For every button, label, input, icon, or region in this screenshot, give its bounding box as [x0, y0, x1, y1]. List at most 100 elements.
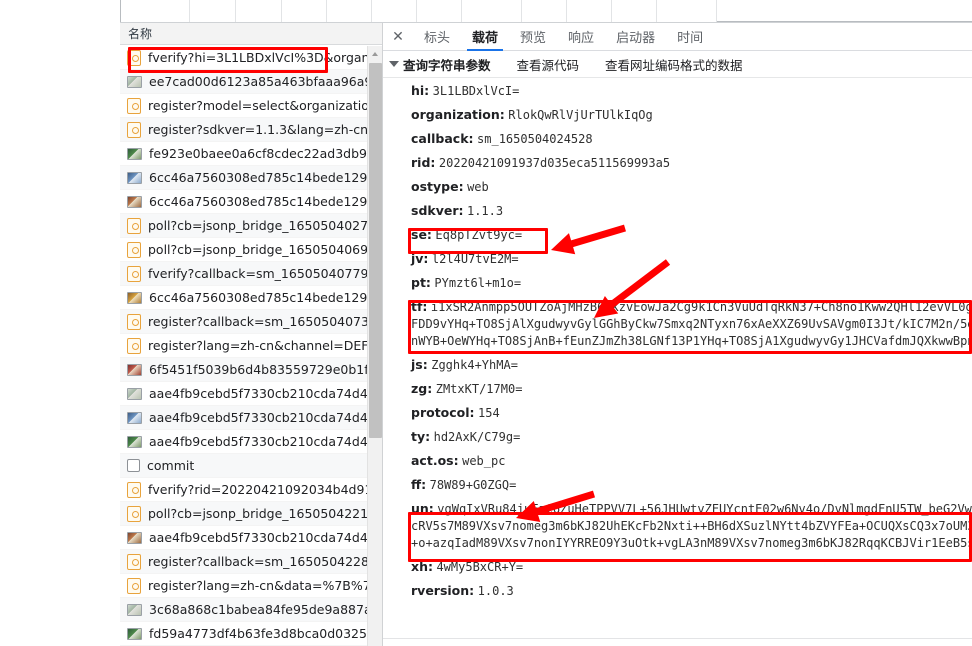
- param-value-line: nWYB+OeWYHq+TO8SjAnB+fEunZJmZh38LGNf13P1…: [411, 334, 972, 348]
- list-item[interactable]: 6cc46a7560308ed785c14bede12956c: [120, 286, 382, 310]
- image-icon: [127, 627, 142, 640]
- param-value: web: [467, 180, 489, 194]
- list-item[interactable]: fverify?rid=20220421092034b4d913c: [120, 478, 382, 502]
- param-value-line: FDD9vYHq+TO8SjAlXgudwyvGylGGhByCkw7Smxq2…: [411, 317, 972, 331]
- list-item[interactable]: fe923e0baee0a6cf8cdec22ad3db93a.: [120, 142, 382, 166]
- list-item[interactable]: 6cc46a7560308ed785c14bede12956c: [120, 190, 382, 214]
- chevron-down-icon: [389, 61, 399, 67]
- list-item[interactable]: register?lang=zh-cn&data=%7B%7D.: [120, 574, 382, 598]
- tab-1[interactable]: 载荷: [461, 23, 509, 51]
- request-list-scrollbar[interactable]: [367, 46, 382, 646]
- tab-0[interactable]: 标头: [413, 23, 461, 50]
- param-value: ZMtxKT/17M0=: [435, 382, 523, 396]
- param-key: se:: [411, 227, 432, 242]
- list-item[interactable]: poll?cb=jsonp_bridge_165050402787: [120, 214, 382, 238]
- image-icon: [127, 171, 142, 184]
- grid-cell: [282, 0, 327, 22]
- list-item-label: register?lang=zh-cn&channel=DEFA.: [148, 337, 380, 353]
- image-icon: [127, 363, 142, 376]
- list-item-label: aae4fb9cebd5f7330cb210cda74d432.: [149, 385, 382, 401]
- param-key: js:: [411, 357, 428, 372]
- query-string-section-toggle[interactable]: 查询字符串参数: [383, 55, 491, 74]
- list-item[interactable]: register?model=select&organization.: [120, 94, 382, 118]
- param-key: ff:: [411, 477, 427, 492]
- request-list-panel: 名称 fverify?hi=3L1LBDxlVcI%3D&organiz. ee7…: [120, 23, 383, 646]
- list-item[interactable]: poll?cb=jsonp_bridge_165050406914: [120, 238, 382, 262]
- list-item-label: 6f5451f5039b6d4b83559729e0b1f52.: [149, 361, 382, 377]
- list-item[interactable]: fverify?callback=sm_1650504077990.: [120, 262, 382, 286]
- param-value-line: +o+azqIadM89VXsv7nonIYYRREO9Y3uOtk+vgLA3…: [411, 536, 972, 550]
- tab-4[interactable]: 启动器: [605, 23, 666, 50]
- list-item-label: 3c68a868c1babea84fe95de9a887aeb: [149, 601, 382, 617]
- list-item[interactable]: ee7cad00d6123a85a463bfaaa96a903: [120, 70, 382, 94]
- param-value: i1xSR2Anmpp5OUTZoAjMHzB6vkzvEowJa2Cg9k1C…: [411, 300, 972, 350]
- blank-icon: [127, 459, 140, 472]
- document-icon: [127, 265, 141, 282]
- list-item[interactable]: aae4fb9cebd5f7330cb210cda74d432.: [120, 382, 382, 406]
- list-item-label: poll?cb=jsonp_bridge_165050422124: [148, 505, 382, 521]
- view-url-encoded-link[interactable]: 查看网址编码格式的数据: [605, 55, 743, 74]
- list-item[interactable]: 6cc46a7560308ed785c14bede12956c: [120, 166, 382, 190]
- list-item[interactable]: register?sdkver=1.1.3&lang=zh-cn&c: [120, 118, 382, 142]
- tab-3[interactable]: 响应: [557, 23, 605, 50]
- param-row: organization: RlokQwRlVjUrTUlkIqOg: [383, 103, 972, 127]
- document-icon: [127, 217, 141, 234]
- param-value-line: cRV5s7M89VXsv7nomeg3m6bKJ82UhEKcFb2Nxti+…: [411, 519, 972, 533]
- param-value: 4wMy5BxCR+Y=: [436, 560, 524, 574]
- document-icon: [127, 313, 141, 330]
- param-row: tf: i1xSR2Anmpp5OUTZoAjMHzB6vkzvEowJa2Cg…: [383, 295, 972, 353]
- param-value: 20220421091937d035eca511569993a5: [438, 156, 671, 170]
- list-item-label: ee7cad00d6123a85a463bfaaa96a903: [149, 73, 382, 89]
- list-item-label: aae4fb9cebd5f7330cb210cda74d432.: [149, 433, 382, 449]
- param-value: vgWqIxVRu84juFzC6ZuHeTPPVV7L+56JHUwtvZEU…: [411, 502, 972, 552]
- param-key: pt:: [411, 275, 431, 290]
- document-icon: [127, 337, 141, 354]
- view-source-link[interactable]: 查看源代码: [517, 55, 580, 74]
- list-item[interactable]: register?callback=sm_165050422822.: [120, 550, 382, 574]
- param-row: se: Eq8pTZvt9yc=: [383, 223, 972, 247]
- tab-2[interactable]: 预览: [509, 23, 557, 50]
- list-item[interactable]: fverify?hi=3L1LBDxlVcI%3D&organiz.: [120, 46, 382, 70]
- close-icon[interactable]: ✕: [383, 23, 413, 50]
- image-icon: [127, 147, 142, 160]
- scroll-up-arrow-icon[interactable]: [368, 46, 382, 61]
- tabs-container: 标头 载荷 预览 响应 启动器 时间: [413, 23, 714, 51]
- param-value: Zgghk4+YhMA=: [431, 358, 518, 372]
- image-icon: [127, 603, 142, 616]
- param-value: 78W89+G0ZGQ=: [429, 478, 517, 492]
- param-value: PYmzt6l+m1o=: [434, 276, 522, 290]
- list-item[interactable]: aae4fb9cebd5f7330cb210cda74d432.: [120, 526, 382, 550]
- param-key: tf:: [411, 299, 428, 314]
- document-icon: [127, 577, 141, 594]
- param-value: web_pc: [462, 454, 506, 468]
- list-item-label: register?callback=sm_165050422822.: [148, 553, 382, 569]
- list-item[interactable]: register?lang=zh-cn&channel=DEFA.: [120, 334, 382, 358]
- list-item-label: poll?cb=jsonp_bridge_165050402787: [148, 217, 382, 233]
- param-row: zg: ZMtxKT/17M0=: [383, 377, 972, 401]
- param-key: organization:: [411, 107, 505, 122]
- list-item[interactable]: 3c68a868c1babea84fe95de9a887aeb: [120, 598, 382, 622]
- list-item-label: commit: [147, 457, 195, 473]
- param-row: act.os: web_pc: [383, 449, 972, 473]
- param-row: rversion: 1.0.3: [383, 579, 972, 603]
- list-item[interactable]: register?callback=sm_165050407304.: [120, 310, 382, 334]
- image-icon: [127, 435, 142, 448]
- list-item-label: register?lang=zh-cn&data=%7B%7D.: [148, 577, 382, 593]
- list-item[interactable]: aae4fb9cebd5f7330cb210cda74d432.: [120, 406, 382, 430]
- list-item[interactable]: aae4fb9cebd5f7330cb210cda74d432.: [120, 430, 382, 454]
- list-item-label: 6cc46a7560308ed785c14bede12956c: [149, 193, 382, 209]
- list-item[interactable]: commit: [120, 454, 382, 478]
- list-item[interactable]: 6f5451f5039b6d4b83559729e0b1f52.: [120, 358, 382, 382]
- param-key: act.os:: [411, 453, 459, 468]
- screenshot-root: 名称 fverify?hi=3L1LBDxlVcI%3D&organiz. ee7…: [0, 0, 972, 646]
- list-item[interactable]: poll?cb=jsonp_bridge_165050422124: [120, 502, 382, 526]
- list-item[interactable]: fd59a4773df4b63fe3d8bca0d032555.: [120, 622, 382, 646]
- document-icon: [127, 553, 141, 570]
- request-list[interactable]: fverify?hi=3L1LBDxlVcI%3D&organiz. ee7cad…: [120, 46, 382, 646]
- param-key: ty:: [411, 429, 431, 444]
- param-key: rversion:: [411, 583, 475, 598]
- document-icon: [127, 241, 141, 258]
- param-row: callback: sm_1650504024528: [383, 127, 972, 151]
- tab-5[interactable]: 时间: [666, 23, 714, 50]
- scrollbar-thumb[interactable]: [369, 63, 382, 438]
